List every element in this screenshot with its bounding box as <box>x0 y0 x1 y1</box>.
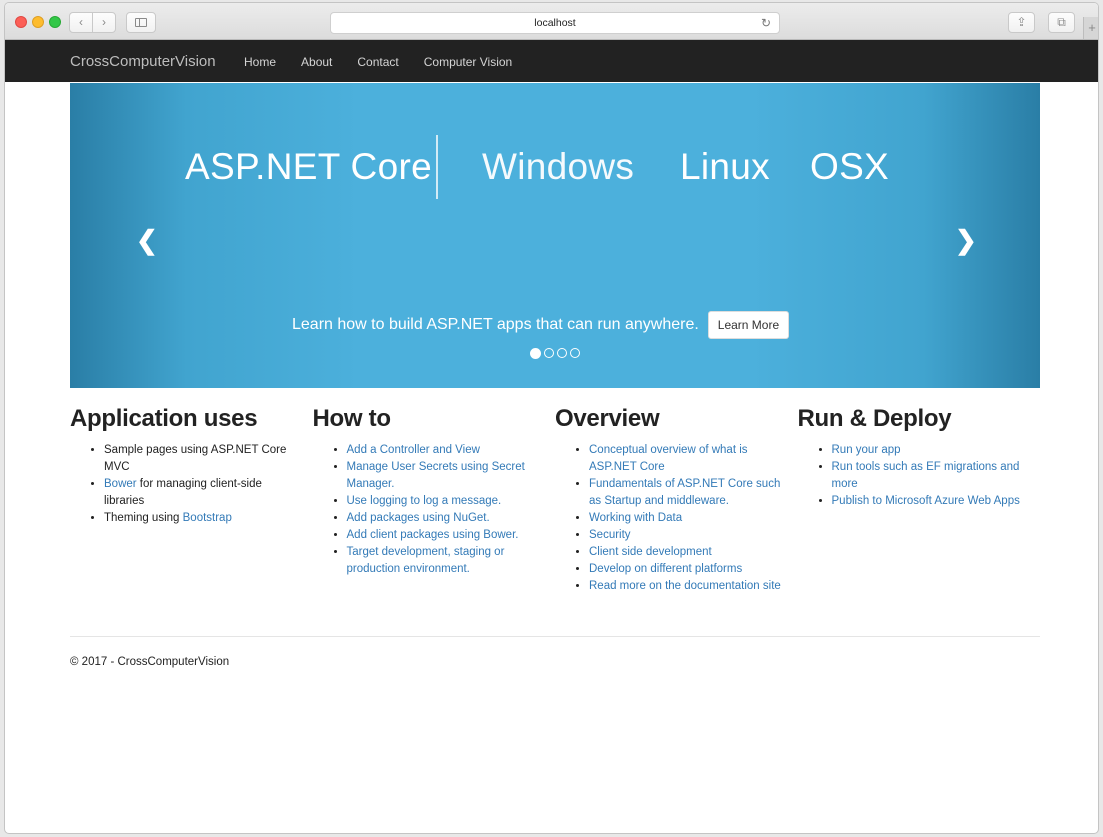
list-item-link[interactable]: Read more on the documentation site <box>589 580 781 592</box>
list-item: Security <box>589 527 786 544</box>
hero-word-aspnet-core: ASP.NET Core <box>185 146 432 187</box>
column-heading: Application uses <box>70 405 258 432</box>
column-application-uses: Application uses Sample pages using ASP.N… <box>70 405 313 595</box>
hero-carousel: ASP.NET Core Windows Linux OSX ❮ ❯ Learn… <box>70 83 1040 388</box>
list-item-link[interactable]: Working with Data <box>589 512 682 524</box>
carousel-next-icon[interactable]: ❯ <box>955 225 977 256</box>
sidebar-toggle-button[interactable] <box>126 12 156 33</box>
browser-toolbar: ‹ › localhost ↻ ⇪ ⧉ + <box>5 3 1098 40</box>
reload-icon[interactable]: ↻ <box>761 13 771 33</box>
list-item-link[interactable]: Run your app <box>832 444 901 456</box>
back-button[interactable]: ‹ <box>69 12 93 33</box>
list-item-link[interactable]: Target development, staging or productio… <box>347 546 505 575</box>
content-columns: Application uses Sample pages using ASP.N… <box>70 405 1040 595</box>
nav-link-computer-vision[interactable]: Computer Vision <box>424 55 513 69</box>
browser-window: ‹ › localhost ↻ ⇪ ⧉ + CrossComputerVisio… <box>4 2 1099 834</box>
list-item-text: Theming using <box>104 512 183 524</box>
column-heading: How to <box>312 405 391 432</box>
list-item-link[interactable]: Use logging to log a message. <box>347 495 502 507</box>
close-window-button[interactable] <box>15 16 27 28</box>
hero-word-windows: Windows <box>482 146 635 187</box>
list-item-link[interactable]: Bower <box>104 478 137 490</box>
hero-word-linux: Linux <box>680 146 770 187</box>
list-item-link[interactable]: Add a Controller and View <box>347 444 480 456</box>
footer-copyright: © 2017 - CrossComputerVision <box>70 656 230 668</box>
carousel-prev-icon[interactable]: ❮ <box>136 225 158 256</box>
footer-divider <box>70 636 1040 637</box>
show-tabs-button[interactable]: ⧉ <box>1048 12 1075 33</box>
list-item: Target development, staging or productio… <box>347 544 544 578</box>
list-item-link[interactable]: Publish to Microsoft Azure Web Apps <box>832 495 1020 507</box>
list-item: Run tools such as EF migrations and more <box>832 459 1029 493</box>
list-item: Add packages using NuGet. <box>347 510 544 527</box>
list-item: Use logging to log a message. <box>347 493 544 510</box>
list-item-link[interactable]: Fundamentals of ASP.NET Core such as Sta… <box>589 478 780 507</box>
minimize-window-button[interactable] <box>32 16 44 28</box>
address-bar[interactable]: localhost ↻ <box>330 12 780 34</box>
carousel-indicator[interactable] <box>530 347 541 359</box>
hero-word-osx: OSX <box>810 146 890 187</box>
column-list: Run your app Run tools such as EF migrati… <box>798 442 1029 510</box>
list-item: Working with Data <box>589 510 786 527</box>
column-overview: Overview Conceptual overview of what is A… <box>555 405 798 595</box>
list-item: Manage User Secrets using Secret Manager… <box>347 459 544 493</box>
list-item: Conceptual overview of what is ASP.NET C… <box>589 442 786 476</box>
hero-divider <box>436 135 438 199</box>
nav-links: Home About Contact Computer Vision <box>244 55 537 69</box>
list-item: Client side development <box>589 544 786 561</box>
column-list: Sample pages using ASP.NET Core MVC Bower… <box>70 442 301 527</box>
list-item: Run your app <box>832 442 1029 459</box>
column-list: Conceptual overview of what is ASP.NET C… <box>555 442 786 595</box>
list-item: Add client packages using Bower. <box>347 527 544 544</box>
learn-more-button[interactable]: Learn More <box>707 311 790 339</box>
list-item: Bower for managing client-side libraries <box>104 476 301 510</box>
list-item-link[interactable]: Add packages using NuGet. <box>347 512 490 524</box>
column-list: Add a Controller and View Manage User Sec… <box>313 442 544 578</box>
nav-link-about[interactable]: About <box>301 55 332 69</box>
navbar-brand[interactable]: CrossComputerVision <box>70 53 216 70</box>
list-item: Publish to Microsoft Azure Web Apps <box>832 493 1029 510</box>
list-item: Theming using Bootstrap <box>104 510 301 527</box>
nav-link-contact[interactable]: Contact <box>357 55 398 69</box>
column-run-deploy: Run & Deploy Run your app Run tools such a… <box>798 405 1041 595</box>
address-text: localhost <box>534 17 576 29</box>
maximize-window-button[interactable] <box>49 16 61 28</box>
list-item: Fundamentals of ASP.NET Core such as Sta… <box>589 476 786 510</box>
nav-link-home[interactable]: Home <box>244 55 276 69</box>
list-item-link[interactable]: Security <box>589 529 631 541</box>
carousel-indicators <box>530 347 580 359</box>
list-item-text: Sample pages using ASP.NET Core MVC <box>104 444 287 473</box>
column-how-to: How to Add a Controller and View Manage Us… <box>313 405 556 595</box>
forward-button[interactable]: › <box>92 12 116 33</box>
list-item: Read more on the documentation site <box>589 578 786 595</box>
list-item-link[interactable]: Manage User Secrets using Secret Manager… <box>347 461 525 490</box>
column-heading: Run & Deploy <box>797 405 952 432</box>
chevron-left-icon: ‹ <box>79 15 83 29</box>
carousel-indicator[interactable] <box>557 348 567 358</box>
share-button[interactable]: ⇪ <box>1008 12 1035 33</box>
list-item-link[interactable]: Conceptual overview of what is ASP.NET C… <box>589 444 748 473</box>
share-icon: ⇪ <box>1016 15 1027 29</box>
tabs-icon: ⧉ <box>1057 15 1066 29</box>
site-navbar: CrossComputerVision Home About Contact C… <box>5 40 1098 82</box>
list-item-link[interactable]: Develop on different platforms <box>589 563 742 575</box>
carousel-indicator[interactable] <box>570 348 580 358</box>
plus-icon: + <box>1088 20 1096 35</box>
list-item-link[interactable]: Bootstrap <box>183 512 232 524</box>
sidebar-icon <box>135 18 147 27</box>
carousel-caption-text: Learn how to build ASP.NET apps that can… <box>292 316 699 333</box>
list-item: Develop on different platforms <box>589 561 786 578</box>
list-item: Add a Controller and View <box>347 442 544 459</box>
list-item-link[interactable]: Add client packages using Bower. <box>347 529 519 541</box>
column-heading: Overview <box>555 405 660 432</box>
chevron-right-icon: › <box>102 15 106 29</box>
list-item-link[interactable]: Run tools such as EF migrations and more <box>832 461 1020 490</box>
new-tab-button[interactable]: + <box>1083 17 1098 39</box>
list-item-link[interactable]: Client side development <box>589 546 712 558</box>
carousel-caption: Learn how to build ASP.NET apps that can… <box>292 311 790 339</box>
carousel-indicator[interactable] <box>544 348 554 358</box>
list-item: Sample pages using ASP.NET Core MVC <box>104 442 301 476</box>
